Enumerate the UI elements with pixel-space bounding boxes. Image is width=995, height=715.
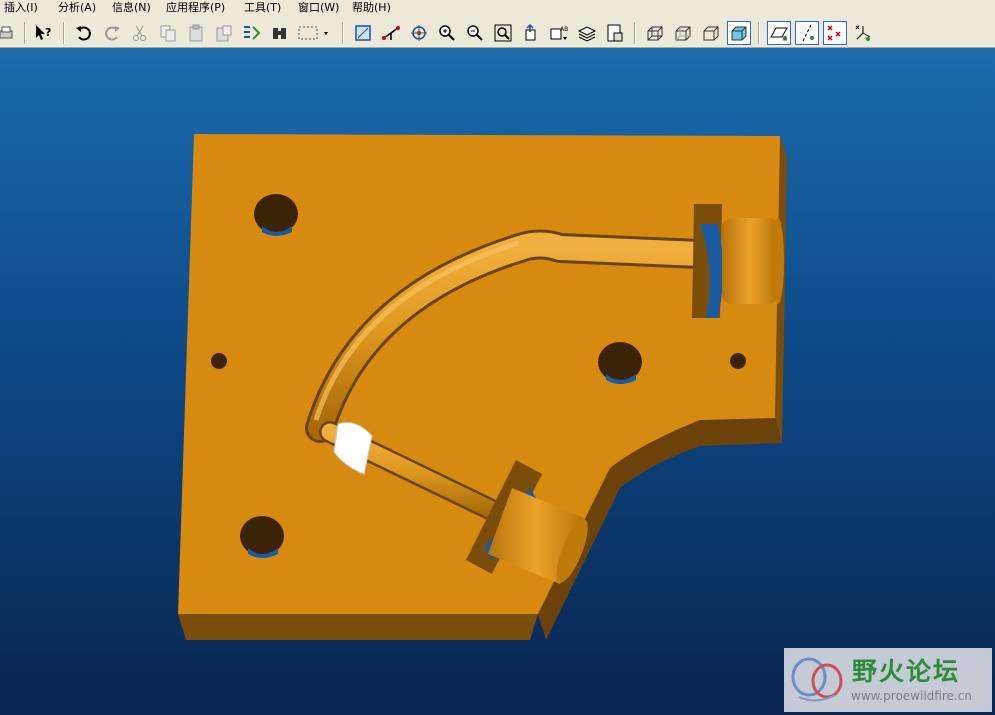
- toolbar-separator: [63, 22, 65, 44]
- menu-help[interactable]: 帮助(H): [352, 0, 391, 16]
- shading-icon[interactable]: [727, 21, 751, 45]
- undo-icon[interactable]: [72, 21, 96, 45]
- pin-hole-left: [211, 353, 227, 369]
- menu-analysis[interactable]: 分析(A): [58, 0, 96, 16]
- coordinate-systems-icon[interactable]: [851, 21, 875, 45]
- spin-center-icon[interactable]: [407, 21, 431, 45]
- right-boss: [692, 204, 784, 318]
- toolbar-separator: [634, 22, 636, 44]
- no-hidden-icon[interactable]: [699, 21, 723, 45]
- menu-applications[interactable]: 应用程序(P): [166, 0, 225, 16]
- menu-insert[interactable]: 插入(I): [4, 0, 38, 16]
- datum-planes-icon[interactable]: [767, 21, 791, 45]
- select-box-icon[interactable]: [296, 21, 332, 45]
- graphics-viewport[interactable]: 野火论坛 www.proewildfire.cn: [0, 48, 995, 715]
- toolbar-separator: [24, 22, 26, 44]
- hidden-line-icon[interactable]: [671, 21, 695, 45]
- wireframe-icon[interactable]: [643, 21, 667, 45]
- regenerate-icon[interactable]: [240, 21, 264, 45]
- paste-icon[interactable]: [184, 21, 208, 45]
- layers-icon[interactable]: [575, 21, 599, 45]
- menu-info[interactable]: 信息(N): [112, 0, 151, 16]
- datum-axes-icon[interactable]: [795, 21, 819, 45]
- svg-text:?: ?: [45, 26, 51, 39]
- reorient-icon[interactable]: [519, 21, 543, 45]
- watermark-title: 野火论坛: [852, 657, 961, 686]
- menu-bar: 插入(I) 分析(A) 信息(N) 应用程序(P) 工具(T) 窗口(W) 帮助…: [0, 0, 995, 17]
- menu-tools[interactable]: 工具(T): [244, 0, 281, 16]
- zoom-out-icon[interactable]: [463, 21, 487, 45]
- paste-special-icon[interactable]: [212, 21, 236, 45]
- toolbar-separator: [758, 22, 760, 44]
- copy-icon[interactable]: [156, 21, 180, 45]
- redo-icon[interactable]: [100, 21, 124, 45]
- datum-display-icon[interactable]: [351, 21, 375, 45]
- forum-logo-icon: [791, 657, 843, 702]
- watermark-url: www.proewildfire.cn: [851, 689, 972, 703]
- block-front-face: [178, 614, 538, 640]
- svg-text:AB: AB: [560, 26, 568, 33]
- axis-display-icon[interactable]: [379, 21, 403, 45]
- toolbar-separator: [342, 22, 344, 44]
- cut-icon[interactable]: [128, 21, 152, 45]
- saved-views-icon[interactable]: AB: [547, 21, 571, 45]
- zoom-in-icon[interactable]: [435, 21, 459, 45]
- model-tree-icon[interactable]: [603, 21, 627, 45]
- whats-this-icon[interactable]: ?: [31, 21, 55, 45]
- forum-watermark: 野火论坛 www.proewildfire.cn: [784, 648, 992, 712]
- print-icon[interactable]: [0, 21, 18, 45]
- model-view: [178, 134, 787, 640]
- toolbar: ? AB: [0, 17, 995, 48]
- pin-hole-right: [730, 353, 746, 369]
- refit-icon[interactable]: [491, 21, 515, 45]
- datum-points-icon[interactable]: [823, 21, 847, 45]
- menu-window[interactable]: 窗口(W): [298, 0, 339, 16]
- find-icon[interactable]: [268, 21, 292, 45]
